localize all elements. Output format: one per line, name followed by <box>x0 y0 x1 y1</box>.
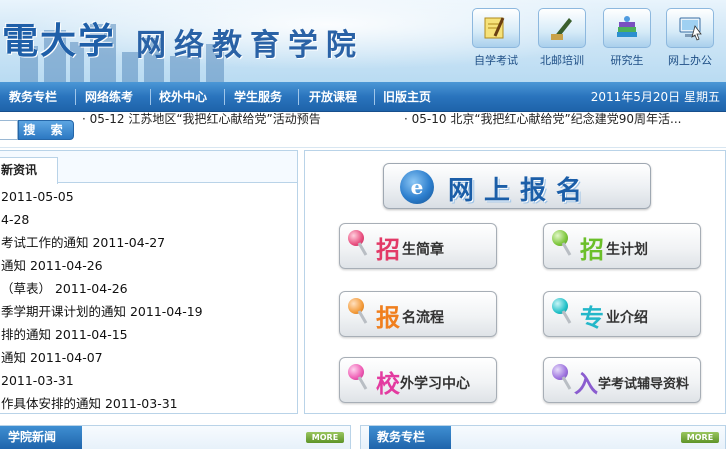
tab-college-news[interactable]: 学院新闻 <box>0 426 82 449</box>
site-title: 网络教育学院 <box>136 28 364 63</box>
nav-item-academic-affairs[interactable]: 教务专栏 <box>9 82 57 112</box>
nav-divider <box>374 89 375 105</box>
quick-link-label: 网上办公 <box>668 54 712 67</box>
button-initial: 招 <box>376 235 400 264</box>
tab-latest-news[interactable]: 新资讯 <box>0 157 58 184</box>
quick-link-label: 自学考试 <box>474 54 518 67</box>
more-button[interactable]: MORE <box>306 432 344 443</box>
nav-divider <box>224 89 225 105</box>
news-item[interactable]: 季学期开课计划的通知 2011-04-19 <box>0 300 295 323</box>
news-item[interactable]: 4-28 <box>0 208 295 231</box>
news-item[interactable]: 通知 2011-04-26 <box>0 254 295 277</box>
quick-link-label: 研究生 <box>610 54 644 67</box>
nav-item-old-homepage[interactable]: 旧版主页 <box>383 82 431 112</box>
nav-item-student-services[interactable]: 学生服务 <box>234 82 282 112</box>
ticker-item[interactable]: · 05-12 江苏地区“我把红心献给党”活动预告 <box>82 110 321 127</box>
online-registration-button[interactable]: e 网上报名 <box>383 163 651 209</box>
admission-guide-button[interactable]: 招 生简章 <box>339 223 497 269</box>
nav-divider <box>298 89 299 105</box>
major-introduction-button[interactable]: 专 业介绍 <box>543 291 701 337</box>
ie-icon: e <box>400 170 434 204</box>
quick-link-self-study-exam[interactable]: 自学考试 <box>466 8 526 68</box>
news-item[interactable]: 2011-03-31 <box>0 369 295 392</box>
registration-process-button[interactable]: 报 名流程 <box>339 291 497 337</box>
button-label: 外学习中心 <box>400 376 470 392</box>
news-item[interactable]: 2011-05-05 <box>0 185 295 208</box>
entrance-exam-materials-button[interactable]: 入 学考试辅导资料 <box>543 357 701 403</box>
button-label: 生计划 <box>606 242 648 258</box>
search-input[interactable] <box>0 120 18 140</box>
news-panel: 新资讯 2011-05-05 4-28 考试工作的通知 2011-04-27 通… <box>0 150 298 414</box>
news-item[interactable]: 排的通知 2011-04-15 <box>0 323 295 346</box>
quill-icon <box>538 8 586 48</box>
online-registration-label: 网上报名 <box>448 176 593 206</box>
current-date: 2011年5月20日 星期五 <box>590 90 720 104</box>
news-item[interactable]: 作具体安排的通知 2011-03-31 <box>0 392 295 413</box>
button-label: 名流程 <box>402 310 444 326</box>
button-label: 生简章 <box>402 242 444 258</box>
enrollment-panel: e 网上报名 招 生简章 招 生计划 报 名流程 专 业介绍 校 外学习中心 入… <box>304 150 726 414</box>
college-news-section: 学院新闻 MORE <box>0 425 351 449</box>
nav-divider <box>75 89 76 105</box>
button-initial: 专 <box>580 303 604 332</box>
main-nav: 教务专栏 网络练考 校外中心 学生服务 开放课程 旧版主页 2011年5月20日… <box>0 82 726 112</box>
button-initial: 校 <box>376 369 400 398</box>
quick-link-bupt-training[interactable]: 北邮培训 <box>532 8 592 68</box>
button-label: 业介绍 <box>606 310 648 326</box>
news-list: 2011-05-05 4-28 考试工作的通知 2011-04-27 通知 20… <box>0 185 295 413</box>
exam-icon <box>472 8 520 48</box>
button-initial: 招 <box>580 235 604 264</box>
nav-item-open-courses[interactable]: 开放课程 <box>309 82 357 112</box>
news-item[interactable]: （草表） 2011-04-26 <box>0 277 295 300</box>
nav-item-learning-centers[interactable]: 校外中心 <box>159 82 207 112</box>
admission-plan-button[interactable]: 招 生计划 <box>543 223 701 269</box>
news-tabbar: 新资讯 <box>0 151 297 184</box>
nav-divider <box>150 89 151 105</box>
academic-affairs-section: 教务专栏 MORE <box>360 425 726 449</box>
books-icon <box>603 8 651 48</box>
button-label: 学考试辅导资料 <box>598 377 690 392</box>
button-initial: 报 <box>376 303 400 332</box>
quick-link-online-office[interactable]: 网上办公 <box>660 8 720 68</box>
university-logo[interactable]: 電大学 <box>2 12 116 64</box>
learning-centers-button[interactable]: 校 外学习中心 <box>339 357 497 403</box>
site-header: 電大学 网络教育学院 自学考试 北邮培训 研究生 网上办公 <box>0 0 726 82</box>
nav-item-online-practice[interactable]: 网络练考 <box>85 82 133 112</box>
quick-link-label: 北邮培训 <box>540 54 584 67</box>
quick-link-graduate[interactable]: 研究生 <box>597 8 657 68</box>
more-button[interactable]: MORE <box>681 432 719 443</box>
news-item[interactable]: 考试工作的通知 2011-04-27 <box>0 231 295 254</box>
tab-academic-affairs[interactable]: 教务专栏 <box>369 426 451 449</box>
search-button[interactable]: 搜 索 <box>18 120 74 140</box>
ticker-item[interactable]: · 05-10 北京“我把红心献给党”纪念建党90周年活... <box>404 110 681 127</box>
search-bar: 搜 索 · 05-12 江苏地区“我把红心献给党”活动预告 · 05-10 北京… <box>0 112 726 148</box>
computer-icon <box>666 8 714 48</box>
button-initial: 入 <box>574 369 598 398</box>
news-item[interactable]: 通知 2011-04-07 <box>0 346 295 369</box>
